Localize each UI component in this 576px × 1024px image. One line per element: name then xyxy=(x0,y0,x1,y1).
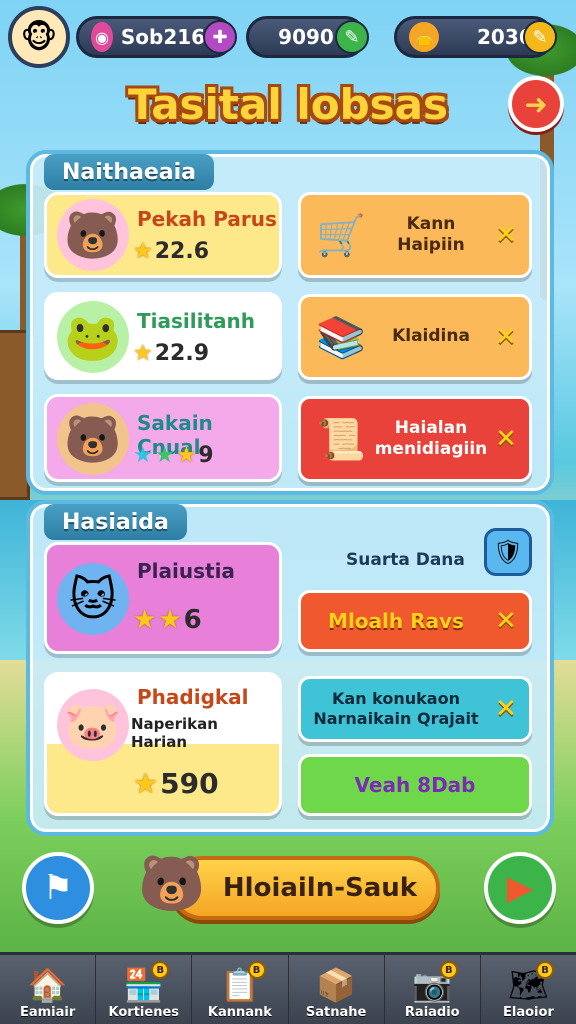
task-label: Haialan menidiagiin xyxy=(374,417,488,459)
task-label: Kan konukaon Narnaikain Qrajait xyxy=(313,689,479,728)
cart-icon: 🛒 xyxy=(316,212,366,259)
nav-item-shop[interactable]: B 🏪 Kortienes xyxy=(96,955,193,1024)
star-icon: ★ xyxy=(154,443,175,468)
task-card[interactable]: Veah 8Dab xyxy=(298,754,532,816)
player-avatar[interactable]: 🐵 xyxy=(8,6,70,68)
currency-pill-cash: 9090 ✎ xyxy=(246,16,369,58)
scroll-icon: 📜 xyxy=(316,416,366,463)
pet-card[interactable]: 🐻 Pekah Parus ★ 22.6 xyxy=(44,192,282,278)
pet-name: Pekah Parus xyxy=(137,207,277,231)
nav-item-box[interactable]: 📦 Satnahe xyxy=(289,955,385,1024)
blue-cat-icon: 🐱 xyxy=(57,563,129,635)
brown-bear-icon: 🐻 xyxy=(57,403,129,475)
home-icon: 🏠 xyxy=(27,966,68,1004)
book-icon: 📚 xyxy=(316,314,366,361)
task-label: Kann Haipiin xyxy=(397,213,465,255)
section-1-label: Naithaeaia xyxy=(44,154,214,190)
pet-score: ★ 22.9 xyxy=(133,341,209,366)
nav-item-camera[interactable]: B 📷 Raiadio xyxy=(385,955,481,1024)
task-card[interactable]: Kan konukaon Narnaikain Qrajait ✕ xyxy=(298,676,532,742)
bear-mascot-icon: 🐻 xyxy=(138,852,206,915)
star-icon: ★ xyxy=(133,239,153,264)
add-gems-button[interactable]: ✚ xyxy=(203,20,237,54)
pet-score-value: 6 xyxy=(183,605,202,635)
pet-score: ★ 590 xyxy=(133,767,219,800)
nav-badge: B xyxy=(536,961,555,979)
green-bear-icon: 🐸 xyxy=(57,301,129,373)
nav-label: Kannank xyxy=(207,1005,272,1020)
bottom-nav: 🏠 Eamiair B 🏪 Kortienes B 📋 Kannank 📦 Sa… xyxy=(0,952,576,1024)
shield-label: Suarta Dana xyxy=(346,550,465,570)
pet-score-value: 590 xyxy=(160,767,219,800)
star-icon: ★ xyxy=(133,767,159,800)
play-icon: ▶ xyxy=(506,868,534,908)
pet-card[interactable]: 🐻 Sakain Cnual ★ ★ ★ 9 xyxy=(44,394,282,482)
nav-label: Raiadio xyxy=(404,1005,460,1020)
pink-bear-icon: 🐻 xyxy=(57,199,129,271)
nav-badge: B xyxy=(151,961,170,979)
pet-score-value: 9 xyxy=(198,443,214,468)
main-action-label: Hloiailn-Sauk xyxy=(222,873,418,903)
add-cash-button[interactable]: ✎ xyxy=(335,20,369,54)
add-coins-button[interactable]: ✎ xyxy=(523,20,557,54)
nav-item-map[interactable]: B 🗺 Elaoior xyxy=(481,955,576,1024)
arrow-icon: ➜ xyxy=(524,87,548,121)
back-button[interactable]: ➜ xyxy=(508,76,564,132)
pet-card[interactable]: 🐱 Plaiustia ★ ★ 6 xyxy=(44,542,282,654)
pet-name: Phadigkal xyxy=(137,685,249,709)
star-icon: ★ xyxy=(158,605,182,635)
task-label: Mloalh Ravs xyxy=(328,608,464,633)
top-bar: 🐵 ◉ Sob2160 ✚ 9090 ✎ 👝 2036 ✎ xyxy=(8,6,568,68)
page-title: Tasital lobsas xyxy=(127,80,449,129)
shield-icon[interactable]: 🛡 xyxy=(484,528,532,576)
close-icon[interactable]: ✕ xyxy=(491,220,521,250)
nav-item-home[interactable]: 🏠 Eamiair xyxy=(0,955,97,1024)
flag-icon: ⚑ xyxy=(42,868,74,908)
pet-score: ★ ★ ★ 9 xyxy=(133,443,214,468)
nav-badge: B xyxy=(439,961,458,979)
nav-label: Kortienes xyxy=(108,1005,179,1020)
gem-icon: ◉ xyxy=(91,22,113,52)
pet-card[interactable]: 🐷 Phadigkal Naperikan Harian ★ 590 xyxy=(44,672,282,816)
pet-score: ★ 22.6 xyxy=(133,239,209,264)
box-icon: 📦 xyxy=(316,966,357,1004)
star-icon: ★ xyxy=(133,341,153,366)
play-button[interactable]: ▶ xyxy=(484,852,556,924)
pet-subtitle: Naperikan Harian xyxy=(131,715,218,751)
task-card[interactable]: Mloalh Ravs ✕ xyxy=(298,590,532,652)
nav-label: Elaoior xyxy=(503,1005,554,1020)
star-icon: ★ xyxy=(133,605,157,635)
nav-item-mail[interactable]: B 📋 Kannank xyxy=(192,955,289,1024)
currency-pill-coins: 👝 2036 ✎ xyxy=(394,16,557,58)
close-icon[interactable]: ✕ xyxy=(491,322,521,352)
flag-button[interactable]: ⚑ xyxy=(22,852,94,924)
pet-card[interactable]: 🐸 Tiasilitanh ★ 22.9 xyxy=(44,292,282,380)
nav-badge: B xyxy=(247,961,266,979)
currency-pill-gems: ◉ Sob2160 ✚ xyxy=(76,16,237,58)
pet-score-value: 22.9 xyxy=(154,341,210,366)
task-card[interactable]: 📚 Klaidina ✕ xyxy=(298,294,532,380)
pet-score: ★ ★ 6 xyxy=(133,605,202,635)
pet-score-value: 22.6 xyxy=(154,239,210,264)
task-label: Klaidina xyxy=(392,326,470,347)
pink-cat-icon: 🐷 xyxy=(57,689,129,761)
star-icon: ★ xyxy=(176,443,197,468)
pet-name: Plaiustia xyxy=(137,559,235,583)
nav-label: Eamiair xyxy=(19,1005,76,1020)
pet-name: Tiasilitanh xyxy=(137,309,255,333)
task-label: Veah 8Dab xyxy=(354,772,476,797)
nav-label: Satnahe xyxy=(305,1005,367,1020)
close-icon[interactable]: ✕ xyxy=(491,606,521,636)
bag-icon: 👝 xyxy=(409,22,439,52)
close-icon[interactable]: ✕ xyxy=(491,424,521,454)
main-action-button[interactable]: Hloiailn-Sauk xyxy=(170,856,440,920)
task-card[interactable]: 🛒 Kann Haipiin ✕ xyxy=(298,192,532,278)
close-icon[interactable]: ✕ xyxy=(491,694,521,724)
task-card[interactable]: 📜 Haialan menidiagiin ✕ xyxy=(298,396,532,482)
section-2-label: Hasiaida xyxy=(44,504,187,540)
currency-cash-value: 9090 xyxy=(278,25,334,49)
star-icon: ★ xyxy=(133,443,153,468)
